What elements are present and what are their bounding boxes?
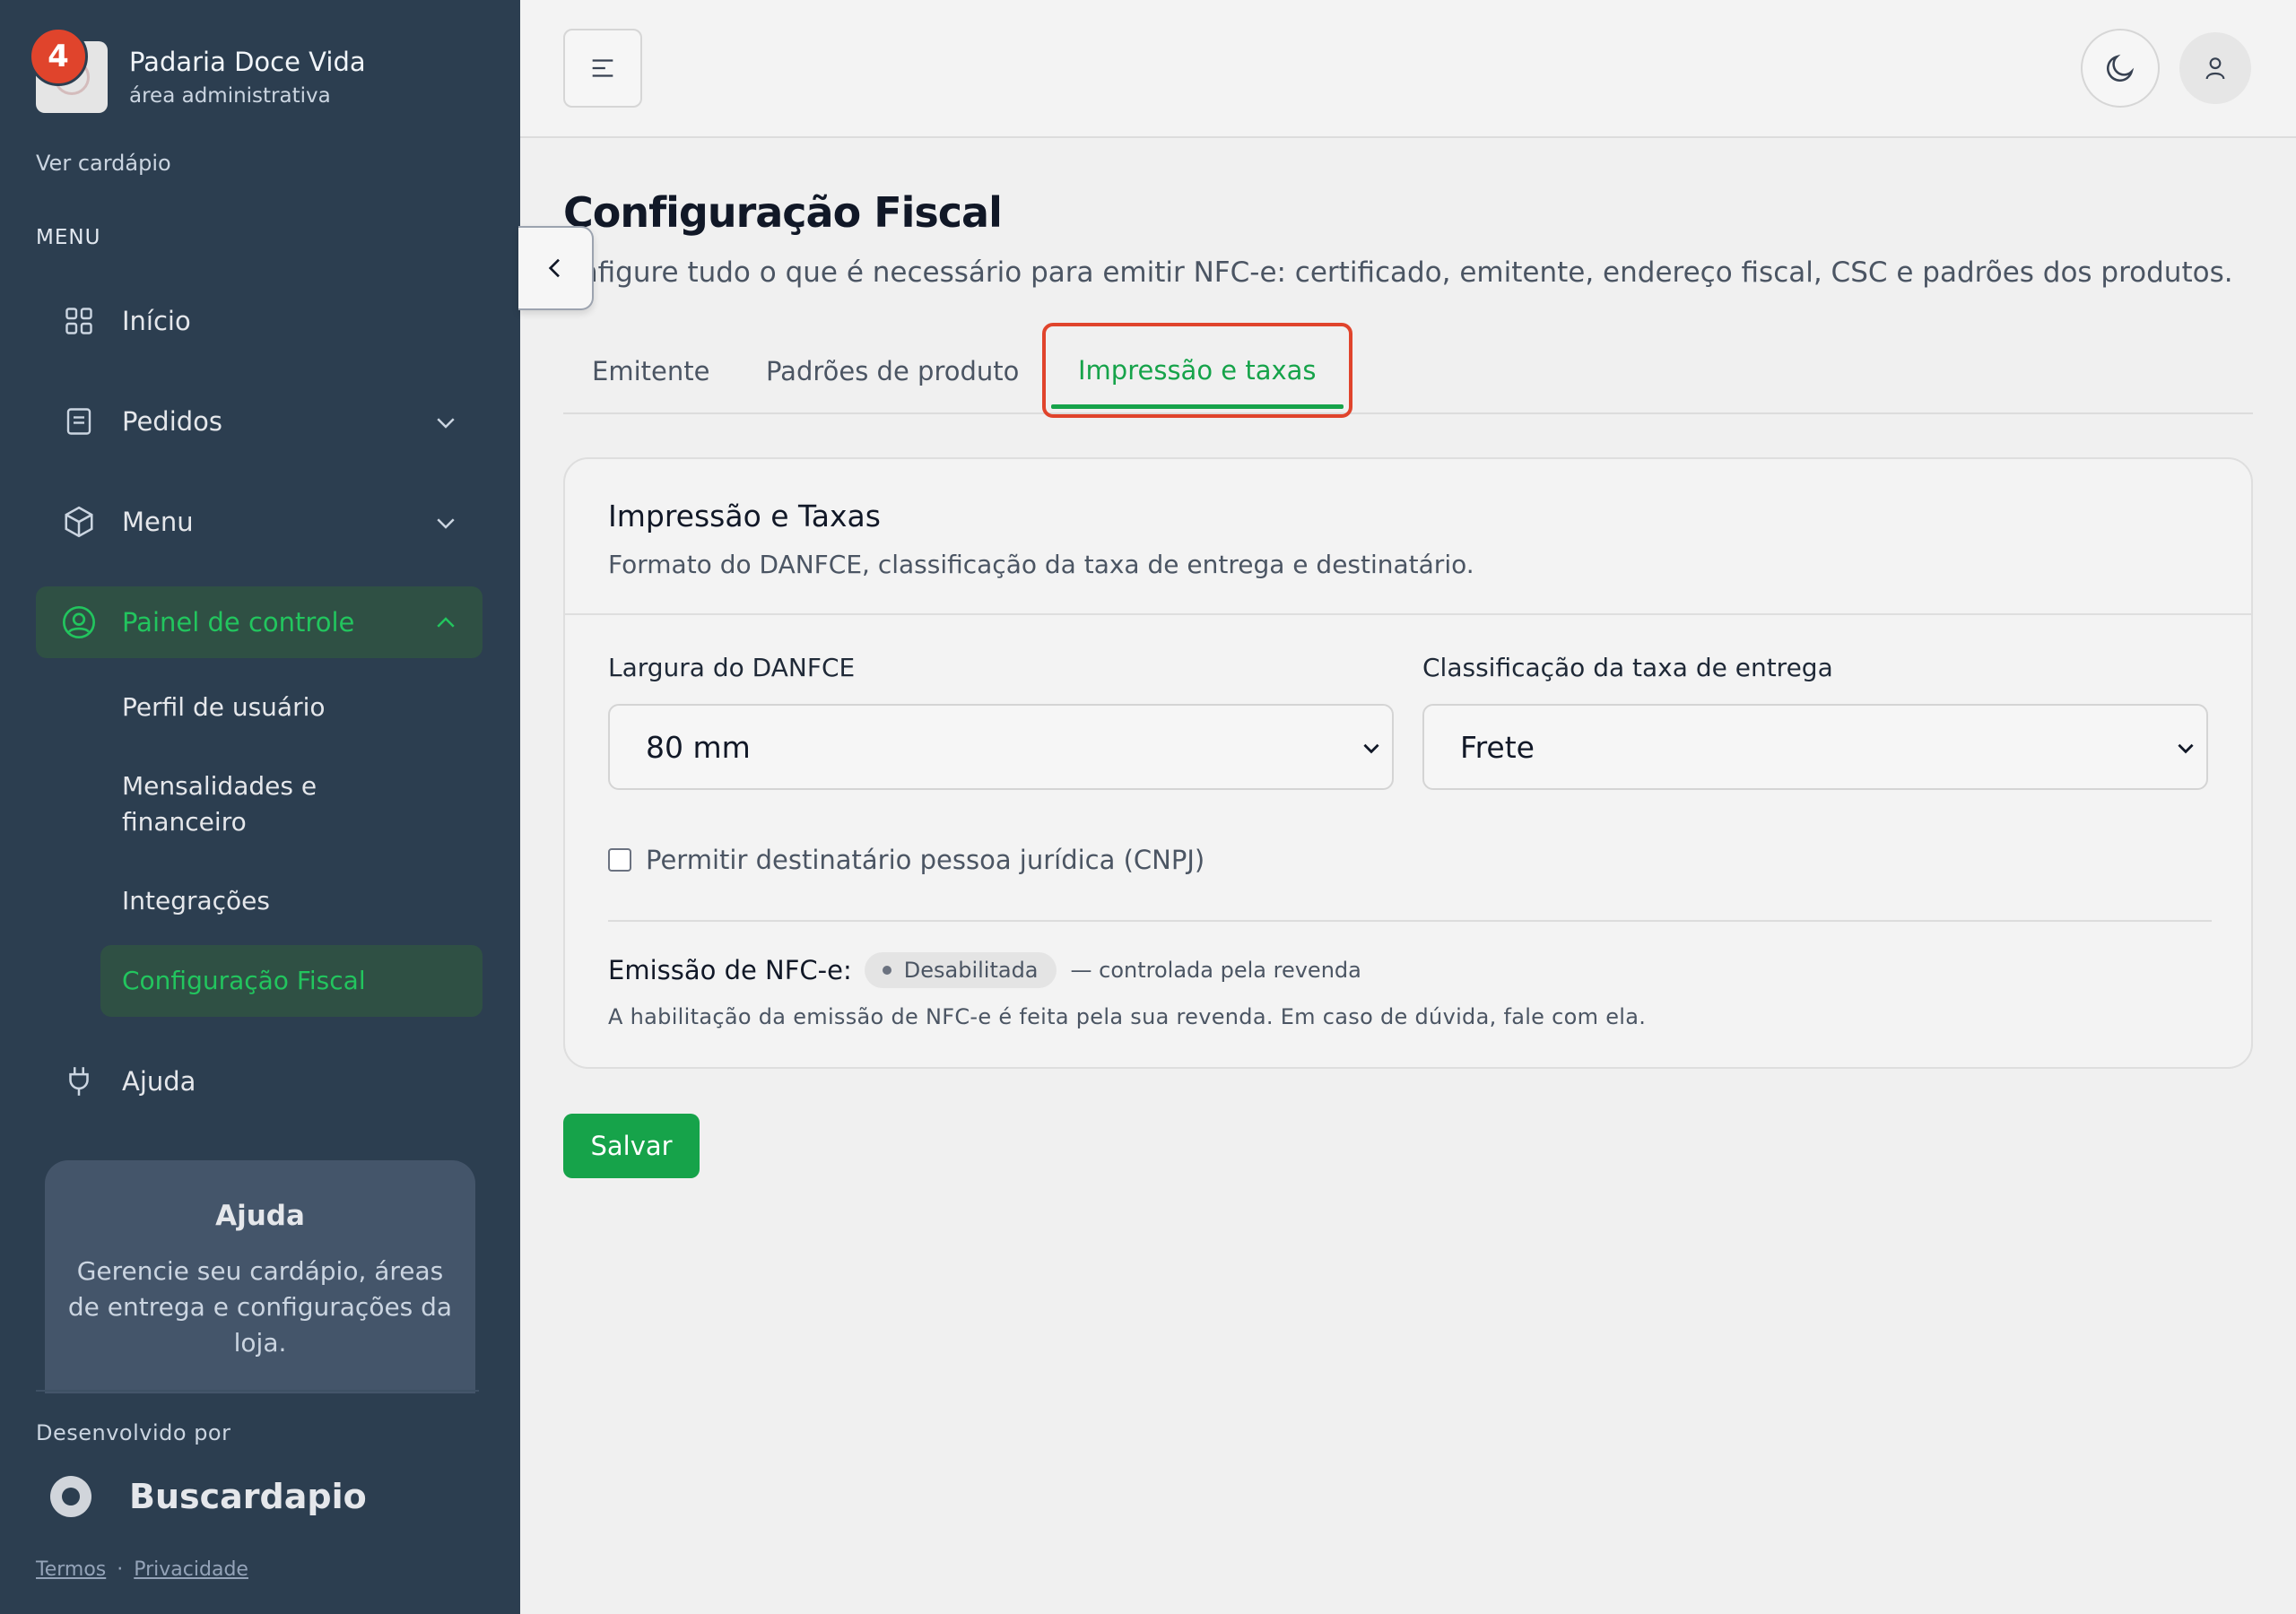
- chevron-down-icon: [437, 518, 455, 529]
- user-circle-icon: [59, 603, 99, 642]
- danfce-width-label: Largura do DANFCE: [608, 653, 856, 682]
- sidebar-subitem-configuracao-fiscal[interactable]: Configuração Fiscal: [100, 945, 483, 1017]
- topbar: [520, 0, 2296, 138]
- sidebar: 4 Padaria Doce Vida área administrativa …: [0, 0, 520, 1614]
- tab-padroes-de-produto[interactable]: Padrões de produto: [766, 328, 1019, 414]
- plug-icon: [59, 1062, 99, 1101]
- theme-toggle-button[interactable]: [2081, 29, 2160, 108]
- terms-link[interactable]: Termos: [36, 1558, 106, 1581]
- save-button[interactable]: Salvar: [563, 1114, 700, 1178]
- danfce-width-value: 80 mm: [646, 729, 751, 765]
- developed-by-label: Desenvolvido por: [36, 1420, 231, 1445]
- sidebar-item-label: Ajuda: [122, 1066, 196, 1097]
- page-title: Configuração Fiscal: [563, 188, 1003, 237]
- card-title: Impressão e Taxas: [608, 499, 881, 534]
- moon-icon: [2107, 54, 2135, 82]
- chevron-up-icon: [437, 617, 455, 628]
- sidebar-subitem-mensalidades[interactable]: Mensalidades e financeiro: [100, 768, 441, 840]
- sidebar-subitem-integracoes[interactable]: Integrações: [100, 883, 483, 919]
- store-name: Padaria Doce Vida: [129, 47, 366, 77]
- view-menu-link[interactable]: Ver cardápio: [36, 151, 171, 176]
- tab-emitente[interactable]: Emitente: [592, 328, 709, 414]
- allow-cnpj-checkbox[interactable]: [608, 848, 631, 872]
- sidebar-item-menu[interactable]: Menu: [36, 486, 483, 558]
- notification-badge[interactable]: 4: [29, 27, 88, 86]
- box-icon: [59, 502, 99, 542]
- receipt-icon: [59, 402, 99, 441]
- tabs: Emitente Padrões de produto Impressão e …: [563, 323, 2253, 418]
- nfce-status-row: Emissão de NFC-e: Desabilitada — control…: [608, 952, 1361, 988]
- sidebar-item-label: Painel de controle: [122, 607, 355, 638]
- sidebar-item-ajuda[interactable]: Ajuda: [36, 1046, 483, 1117]
- store-subtitle: área administrativa: [129, 84, 331, 108]
- status-badge: Desabilitada: [864, 952, 1057, 988]
- sidebar-item-painel-de-controle[interactable]: Painel de controle: [36, 586, 483, 658]
- allow-cnpj-row[interactable]: Permitir destinatário pessoa jurídica (C…: [608, 845, 1205, 875]
- sidebar-item-inicio[interactable]: Início: [36, 285, 483, 357]
- help-card: Ajuda Gerencie seu cardápio, áreas de en…: [45, 1160, 475, 1393]
- allow-cnpj-label: Permitir destinatário pessoa jurídica (C…: [646, 845, 1205, 875]
- sidebar-item-pedidos[interactable]: Pedidos: [36, 386, 483, 457]
- help-card-title: Ajuda: [215, 1200, 305, 1232]
- grid-icon: [59, 301, 99, 341]
- nfce-help-text: A habilitação da emissão de NFC-e é feit…: [608, 1004, 1647, 1029]
- menu-toggle-button[interactable]: [563, 29, 642, 108]
- collapse-sidebar-button[interactable]: [518, 226, 594, 310]
- delivery-fee-class-label: Classificação da taxa de entrega: [1422, 653, 1833, 682]
- user-menu-button[interactable]: [2179, 32, 2251, 104]
- buscardapio-logo-icon: [50, 1476, 91, 1517]
- sidebar-subitem-perfil[interactable]: Perfil de usuário: [100, 690, 483, 725]
- nfce-label: Emissão de NFC-e:: [608, 955, 852, 985]
- brand: 4 Padaria Doce Vida área administrativa: [29, 27, 366, 113]
- privacy-link[interactable]: Privacidade: [134, 1558, 248, 1581]
- status-badge-text: Desabilitada: [903, 958, 1039, 983]
- sidebar-item-label: Pedidos: [122, 406, 223, 437]
- footer-links: Termos · Privacidade: [36, 1558, 248, 1581]
- developer-logo[interactable]: Buscardapio: [50, 1476, 367, 1517]
- chevron-down-icon: [1363, 743, 1379, 754]
- nfce-note: — controlada pela revenda: [1070, 958, 1361, 983]
- divider: [608, 920, 2212, 922]
- chevron-down-icon: [2178, 743, 2194, 754]
- sidebar-item-label: Menu: [122, 507, 194, 537]
- chevron-down-icon: [437, 418, 455, 429]
- delivery-fee-class-select[interactable]: Frete: [1422, 704, 2208, 790]
- chevron-left-icon: [548, 258, 560, 278]
- print-and-fees-card: Impressão e Taxas Formato do DANFCE, cla…: [563, 457, 2253, 1069]
- developer-name: Buscardapio: [129, 1477, 367, 1516]
- tab-impressao-e-taxas[interactable]: Impressão e taxas: [1042, 323, 1352, 418]
- store-logo[interactable]: 4: [29, 27, 108, 113]
- hamburger-icon: [592, 59, 613, 77]
- menu-heading: MENU: [36, 226, 101, 249]
- card-subtitle: Formato do DANFCE, classificação da taxa…: [608, 550, 1474, 579]
- delivery-fee-class-value: Frete: [1460, 729, 1535, 765]
- page-description: onfigure tudo o que é necessário para em…: [563, 256, 2233, 289]
- status-dot-icon: [882, 966, 891, 975]
- footer-separator: ·: [117, 1558, 124, 1581]
- delivery-fee-class-field: Classificação da taxa de entrega Frete: [1422, 653, 2208, 790]
- card-header: Impressão e Taxas Formato do DANFCE, cla…: [565, 459, 2251, 615]
- sidebar-divider: [36, 1390, 479, 1392]
- sidebar-item-label: Início: [122, 306, 191, 336]
- help-card-description: Gerencie seu cardápio, áreas de entrega …: [67, 1256, 453, 1358]
- danfce-width-select[interactable]: 80 mm: [608, 704, 1394, 790]
- danfce-width-field: Largura do DANFCE 80 mm: [608, 653, 1394, 790]
- user-icon: [2205, 57, 2225, 80]
